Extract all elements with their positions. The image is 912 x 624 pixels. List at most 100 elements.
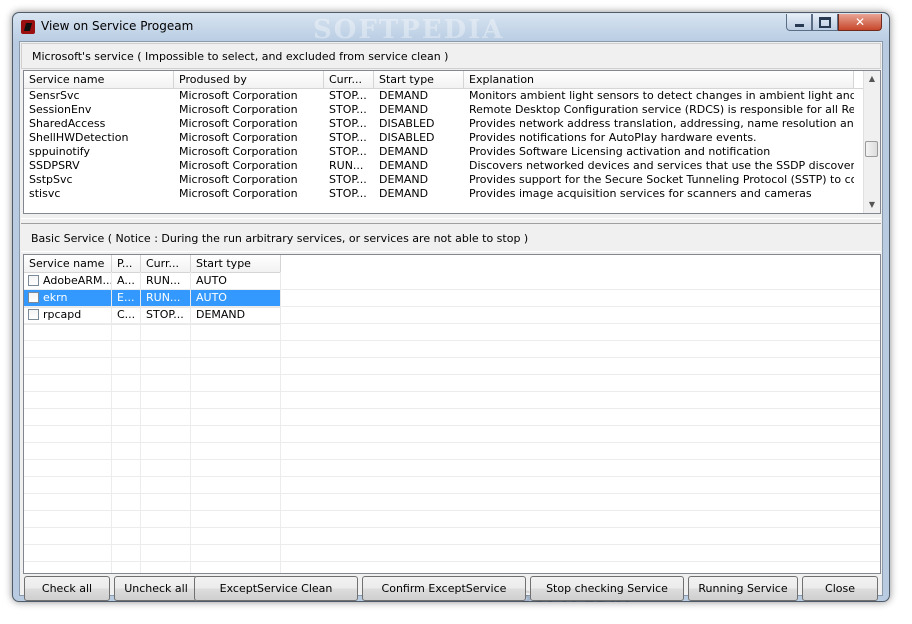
microsoft-list-header: Service name Prodused by Curr... Start type… bbox=[24, 71, 864, 89]
table-cell: DEMAND bbox=[379, 103, 429, 116]
column-header[interactable]: Curr... bbox=[141, 255, 191, 272]
table-row: stisvc Microsoft Corporation STOP... DEMAND… bbox=[24, 187, 864, 201]
service-name-cell: AdobeARM... bbox=[24, 273, 112, 289]
column-header[interactable]: Curr... bbox=[324, 71, 374, 88]
grid-line bbox=[24, 408, 880, 409]
microsoft-services-list[interactable]: Service name Prodused by Curr... Start type… bbox=[23, 70, 881, 214]
table-cell: DISABLED bbox=[379, 117, 435, 130]
table-row: SstpSvc Microsoft Corporation STOP... DEMAN… bbox=[24, 173, 864, 187]
grid-line bbox=[24, 510, 880, 511]
table-row[interactable]: AdobeARM... A... RUN... AUTO bbox=[24, 273, 281, 291]
minimize-button[interactable] bbox=[786, 14, 812, 31]
stop-checking-service-button[interactable]: Stop checking Service bbox=[530, 576, 684, 601]
column-header[interactable]: Service name bbox=[24, 71, 174, 88]
maximize-button[interactable] bbox=[812, 14, 838, 31]
maximize-icon bbox=[819, 16, 831, 28]
table-cell: sppuinotify bbox=[29, 145, 90, 158]
table-cell: RUN... bbox=[329, 159, 364, 172]
table-cell: E... bbox=[112, 290, 141, 306]
except-service-clean-button[interactable]: ExceptService Clean bbox=[194, 576, 358, 601]
scroll-thumb[interactable] bbox=[865, 141, 878, 157]
table-cell: Provides image acquisition services for … bbox=[469, 187, 812, 200]
table-row: SSDPSRV Microsoft Corporation RUN... DEMAND… bbox=[24, 159, 864, 173]
close-button[interactable]: Close bbox=[802, 576, 878, 601]
grid-line bbox=[24, 374, 880, 375]
close-window-button[interactable]: ✕ bbox=[838, 14, 882, 31]
table-cell: Provides network address translation, ad… bbox=[469, 117, 854, 130]
client-area: Microsoft's service ( Impossible to sele… bbox=[19, 41, 883, 606]
window-title: View on Service Progeam bbox=[41, 19, 194, 33]
app-icon bbox=[21, 20, 35, 34]
button-bar: Check all Uncheck all ExceptService Clea… bbox=[20, 576, 882, 601]
running-service-button[interactable]: Running Service bbox=[688, 576, 798, 601]
column-header[interactable]: Start type bbox=[374, 71, 464, 88]
table-cell: Microsoft Corporation bbox=[179, 145, 298, 158]
table-cell: SessionEnv bbox=[29, 103, 92, 116]
confirm-except-service-button[interactable]: Confirm ExceptService bbox=[362, 576, 526, 601]
table-cell: stisvc bbox=[29, 187, 61, 200]
service-checkbox[interactable] bbox=[28, 309, 39, 320]
table-row: SensrSvc Microsoft Corporation STOP... DEMA… bbox=[24, 89, 864, 103]
table-cell: Provides notifications for AutoPlay hard… bbox=[469, 131, 757, 144]
table-cell: STOP... bbox=[329, 89, 367, 102]
table-cell: STOP... bbox=[329, 173, 367, 186]
table-cell: SharedAccess bbox=[29, 117, 106, 130]
caption-buttons: ✕ bbox=[786, 14, 882, 32]
grid-line bbox=[24, 442, 880, 443]
table-cell: DEMAND bbox=[379, 89, 429, 102]
grid-line bbox=[24, 391, 880, 392]
table-cell: Microsoft Corporation bbox=[179, 173, 298, 186]
table-cell: RUN... bbox=[141, 273, 191, 289]
microsoft-list-scrollbar[interactable]: ▲ ▼ bbox=[863, 71, 880, 213]
scroll-down-arrow-icon[interactable]: ▼ bbox=[864, 197, 880, 213]
grid-line bbox=[24, 340, 880, 341]
check-all-button[interactable]: Check all bbox=[24, 576, 110, 601]
table-cell: Microsoft Corporation bbox=[179, 103, 298, 116]
column-header[interactable]: P... bbox=[112, 255, 141, 272]
table-row[interactable]: rpcapd C... STOP... DEMAND bbox=[24, 307, 281, 325]
table-cell: SSDPSRV bbox=[29, 159, 80, 172]
table-cell: SensrSvc bbox=[29, 89, 80, 102]
microsoft-section-label: Microsoft's service ( Impossible to sele… bbox=[21, 43, 881, 69]
table-cell: AUTO bbox=[191, 273, 281, 289]
table-cell: STOP... bbox=[329, 117, 367, 130]
basic-services-list[interactable]: Service name P... Curr... Start type AdobeA… bbox=[23, 254, 881, 574]
table-cell: A... bbox=[112, 273, 141, 289]
column-header[interactable]: Start type bbox=[191, 255, 281, 272]
scroll-up-arrow-icon[interactable]: ▲ bbox=[864, 71, 880, 87]
basic-list-header: Service name P... Curr... Start type bbox=[24, 255, 281, 273]
table-row: sppuinotify Microsoft Corporation STOP... D… bbox=[24, 145, 864, 159]
table-row: ShellHWDetection Microsoft Corporation STO… bbox=[24, 131, 864, 145]
table-cell: C... bbox=[112, 307, 141, 323]
grid-line bbox=[24, 544, 880, 545]
minimize-icon bbox=[794, 23, 804, 27]
table-cell: STOP... bbox=[329, 131, 367, 144]
grid-line bbox=[24, 561, 880, 562]
grid-line bbox=[24, 493, 880, 494]
table-cell: Microsoft Corporation bbox=[179, 187, 298, 200]
grid-line bbox=[24, 459, 880, 460]
table-cell: SstpSvc bbox=[29, 173, 73, 186]
table-cell: Remote Desktop Configuration service (RD… bbox=[469, 103, 854, 116]
table-row[interactable]: ekrn E... RUN... AUTO bbox=[24, 290, 281, 308]
column-header[interactable]: Service name bbox=[24, 255, 112, 272]
table-cell: Microsoft Corporation bbox=[179, 131, 298, 144]
main-window: View on Service Progeam SOFTPEDIA ✕ Micr… bbox=[12, 12, 890, 606]
service-checkbox[interactable] bbox=[28, 275, 39, 286]
table-cell: DEMAND bbox=[379, 159, 429, 172]
title-bar[interactable]: View on Service Progeam SOFTPEDIA ✕ bbox=[13, 13, 889, 45]
uncheck-all-button[interactable]: Uncheck all bbox=[114, 576, 198, 601]
service-checkbox[interactable] bbox=[28, 292, 39, 303]
table-cell: Microsoft Corporation bbox=[179, 89, 298, 102]
service-name-text: AdobeARM... bbox=[43, 274, 112, 287]
service-name-cell: rpcapd bbox=[24, 307, 112, 323]
table-cell: Microsoft Corporation bbox=[179, 117, 298, 130]
table-cell: STOP... bbox=[141, 307, 191, 323]
table-cell: Provides Software Licensing activation a… bbox=[469, 145, 771, 158]
column-header[interactable]: Prodused by bbox=[174, 71, 324, 88]
close-icon: ✕ bbox=[854, 15, 866, 29]
table-cell: RUN... bbox=[141, 290, 191, 306]
section-splitter[interactable] bbox=[21, 218, 881, 224]
service-name-text: rpcapd bbox=[43, 308, 82, 321]
column-header[interactable]: Explanation bbox=[464, 71, 854, 88]
